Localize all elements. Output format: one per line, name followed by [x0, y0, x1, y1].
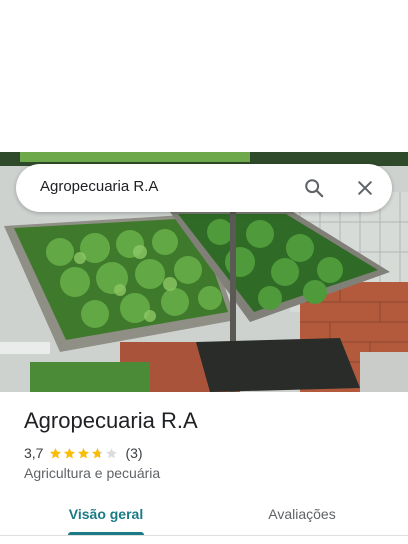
star-icon [92, 447, 104, 458]
search-button[interactable] [300, 174, 328, 202]
rating-row[interactable]: 3,7 (3) [24, 444, 143, 462]
star-icon [50, 447, 62, 458]
rating-stars [49, 447, 119, 460]
search-input[interactable]: Agropecuaria R.A [40, 178, 158, 195]
tabs-divider [0, 535, 408, 536]
search-bar[interactable]: Agropecuaria R.A [16, 164, 392, 212]
place-category: Agricultura e pecuária [24, 465, 161, 481]
place-title: Agropecuaria R.A [24, 408, 198, 433]
star-icon [106, 447, 118, 458]
rating-value: 3,7 [24, 445, 44, 461]
close-icon [358, 181, 372, 195]
search-icon [305, 179, 324, 198]
star-icon [78, 447, 90, 458]
clear-search-button[interactable] [351, 174, 379, 202]
star-icon [64, 447, 76, 458]
review-count[interactable]: (3) [125, 445, 142, 461]
